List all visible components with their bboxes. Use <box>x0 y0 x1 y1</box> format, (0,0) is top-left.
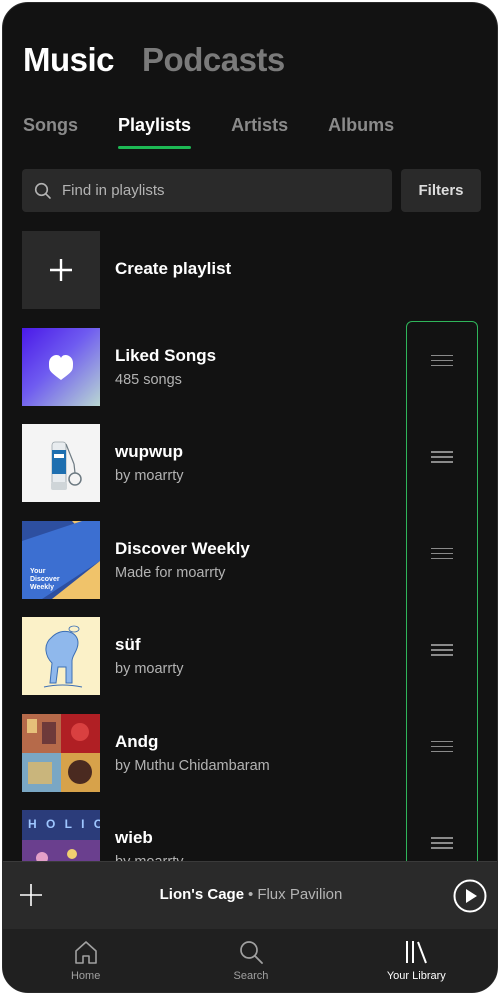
phone-screen: Music Podcasts Songs Playlists Artists A… <box>2 2 498 993</box>
playlist-row-suf[interactable]: süf by moarrty <box>22 617 482 714</box>
library-icon <box>406 941 428 964</box>
tab-music[interactable]: Music <box>23 41 115 79</box>
plus-icon <box>50 259 72 281</box>
playlist-title: Andg <box>115 731 159 751</box>
tab-podcasts[interactable]: Podcasts <box>142 41 285 79</box>
discover-art-line-3: Weekly <box>30 584 54 591</box>
tab-albums[interactable]: Albums <box>328 115 394 149</box>
drag-handle-icon[interactable] <box>431 644 453 666</box>
top-tabs: Music Podcasts <box>23 41 285 79</box>
discover-art-line-2: Discover <box>30 576 60 583</box>
search-icon <box>34 182 51 199</box>
nav-your-library-label: Your Library <box>386 970 446 982</box>
drag-handle-icon[interactable] <box>431 354 453 377</box>
blue-figure-image <box>43 625 83 688</box>
playlist-title: Discover Weekly <box>115 538 250 558</box>
playlist-list[interactable]: Create playlist Liked Songs 485 songs wu… <box>22 231 482 863</box>
drag-handle-icon[interactable] <box>431 451 453 473</box>
create-playlist-thumb <box>22 231 100 309</box>
bottom-nav: Home Search Your Library <box>3 929 497 992</box>
nav-your-library[interactable]: Your Library <box>356 929 476 992</box>
tab-playlists[interactable]: Playlists <box>118 115 192 149</box>
tab-songs[interactable]: Songs <box>23 115 78 149</box>
search-bar[interactable] <box>22 169 392 212</box>
nav-search-label: Search <box>233 970 269 982</box>
now-playing-info[interactable]: Lion's Cage • Flux Pavilion <box>3 886 497 903</box>
playlist-title: süf <box>115 635 141 654</box>
filters-button[interactable]: Filters <box>401 169 481 212</box>
neon-street-image: H O L I C <box>22 810 100 863</box>
create-playlist-row[interactable]: Create playlist <box>22 231 482 328</box>
playlist-row-wupwup[interactable]: wupwup by moarrty <box>22 424 482 521</box>
playlist-title: Liked Songs <box>115 345 217 365</box>
tab-artists[interactable]: Artists <box>231 115 288 149</box>
playlist-subtitle: by Muthu Chidambaram <box>115 757 270 774</box>
drag-handle-icon[interactable] <box>431 547 453 570</box>
now-playing-bar[interactable]: Lion's Cage • Flux Pavilion <box>3 861 497 929</box>
now-playing-song: Lion's Cage <box>159 886 245 903</box>
playlist-row-andg[interactable]: Andg by Muthu Chidambaram <box>22 713 482 811</box>
drag-handle-icon[interactable] <box>431 837 453 859</box>
nav-home[interactable]: Home <box>26 929 146 992</box>
discover-weekly-cover: Your Discover Weekly <box>22 520 100 599</box>
library-filter-tabs: Songs Playlists Artists Albums <box>23 115 394 149</box>
drag-handle-icon[interactable] <box>431 740 453 763</box>
heart-icon <box>49 354 73 380</box>
now-playing-artist: Flux Pavilion <box>257 886 343 903</box>
search-icon <box>240 941 263 964</box>
suf-art <box>22 617 100 695</box>
playlist-subtitle: by moarrty <box>115 468 184 484</box>
home-icon <box>74 941 97 964</box>
playlist-title: wupwup <box>115 442 183 461</box>
playlist-row-liked-songs[interactable]: Liked Songs 485 songs <box>22 327 482 425</box>
search-input[interactable] <box>62 182 362 199</box>
wieb-art: H O L I C <box>22 810 100 863</box>
inhaler-image <box>51 441 82 490</box>
playlist-row-wieb[interactable]: H O L I C wieb by moarrty <box>22 810 482 863</box>
andg-art <box>22 713 100 792</box>
now-playing-separator: • <box>248 886 254 903</box>
playlist-subtitle: Made for moarrty <box>115 564 226 581</box>
collage-image <box>22 713 100 792</box>
playlist-row-discover-weekly[interactable]: Your Discover Weekly Discover Weekly Mad… <box>22 520 482 618</box>
create-playlist-label: Create playlist <box>115 259 232 278</box>
discover-weekly-art: Your Discover Weekly <box>22 520 100 599</box>
liked-songs-art <box>22 327 100 406</box>
discover-art-line-1: Your <box>30 568 46 575</box>
wupwup-art <box>22 424 100 502</box>
playlist-subtitle: 485 songs <box>115 371 182 388</box>
nav-search[interactable]: Search <box>191 929 311 992</box>
play-icon[interactable] <box>453 879 487 913</box>
nav-home-label: Home <box>70 970 101 982</box>
svg-text:H O L I C: H O L I C <box>28 817 100 831</box>
playlist-title: wieb <box>115 828 153 847</box>
playlist-subtitle: by moarrty <box>115 661 184 677</box>
